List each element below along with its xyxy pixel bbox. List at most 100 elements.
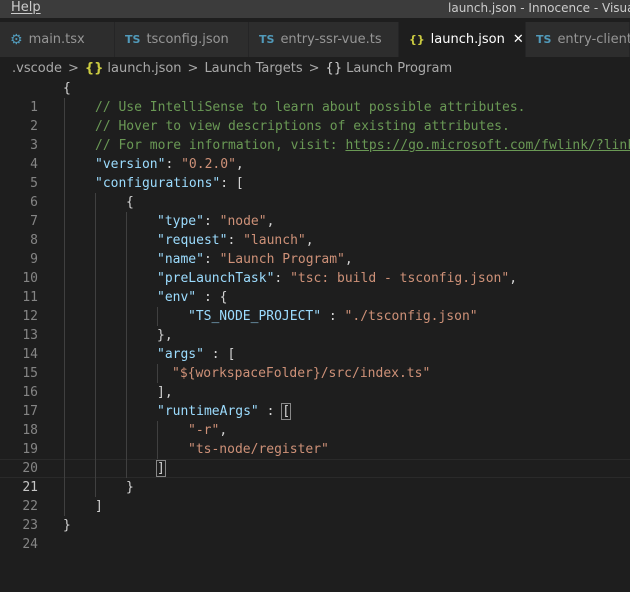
comment: // Hover to view descriptions of existin… [95,119,510,134]
colon: : [274,271,291,286]
json-string: "0.2.0" [181,157,236,172]
json-string: "node" [219,214,267,229]
tab-main-tsx[interactable]: ⚙ main.tsx [0,22,115,57]
menu-help[interactable]: Help [11,0,41,16]
colon: : [165,157,182,172]
brace: } [63,518,71,533]
brace: } [126,480,134,495]
chevron-right-icon: > [187,60,199,76]
code-line: 16 "${workspaceFolder}/src/index.ts" [0,364,630,400]
code-line-current: 21 ] [0,459,630,495]
json-key: "runtimeArgs" [157,404,259,419]
json-key: "env" [157,290,197,305]
comma: , [509,271,518,286]
bracket: [ [227,347,236,362]
colon: : [196,290,220,305]
breadcrumb-folder[interactable]: .vscode [12,61,62,76]
code-line: 23 ] [0,497,630,533]
json-key: "type" [157,214,204,229]
json-file-icon: {} [84,60,104,76]
tab-label: entry-ssr-vue.ts [280,32,382,47]
breadcrumb-file[interactable]: launch.json [107,61,181,76]
brace: { [126,195,134,210]
comment: // For more information, visit: [95,138,346,153]
breadcrumb: .vscode > {} launch.json > Launch Target… [0,57,630,79]
chevron-right-icon: > [67,60,79,76]
breadcrumb-item[interactable]: Launch Program [346,61,452,76]
colon: : [220,176,236,191]
json-string: "launch" [243,233,306,248]
json-string: "./tsconfig.json" [344,309,478,324]
ts-file-icon: TS [125,33,141,46]
comma: , [235,157,244,172]
object-icon: {} [325,60,343,76]
close-icon[interactable]: ✕ [513,32,524,47]
json-key: "version" [95,157,166,172]
comma: , [344,252,353,267]
code-line: 10 "name": "Launch Program", [0,250,630,286]
code-line: 20 "ts-node/register" [0,440,630,476]
bracket: ], [157,385,173,400]
title-bar: Help launch.json - Innocence - Visual St [0,0,630,18]
colon: : [227,233,244,248]
ts-file-icon: TS [536,33,552,46]
colon: : [203,347,228,362]
tab-label: launch.json [430,32,505,47]
json-string: "tsc: build - tsconfig.json" [290,271,510,286]
json-string: "${workspaceFolder}/src/index.ts" [172,366,431,381]
code-line: 15 "args" : [ [0,345,630,381]
code-line: 24 } [0,516,630,552]
json-string: "Launch Program" [219,252,345,267]
code-line: 6 "configurations": [ [0,174,630,210]
code-line: 19 "-r", [0,421,630,457]
code-line: 3 // Hover to view descriptions of exist… [0,117,630,153]
gear-icon: ⚙ [10,31,23,48]
tab-entry-ssr-vue-ts[interactable]: TS entry-ssr-vue.ts [249,22,399,57]
comma: , [266,214,275,229]
code-line: 11 "preLaunchTask": "tsc: build - tsconf… [0,269,630,305]
fwlink-link[interactable]: https://go.microsoft.com/fwlink/?linki [345,138,630,153]
colon: : [203,252,220,267]
comma: , [219,423,228,438]
brace: }, [157,328,173,343]
json-key: "preLaunchTask" [157,271,275,286]
code-line: 12 "env" : { [0,288,630,324]
json-key: "name" [157,252,204,267]
breadcrumb-section[interactable]: Launch Targets [204,61,302,76]
json-key: "args" [157,347,204,362]
tab-label: tsconfig.json [146,32,229,47]
bracket: ] [95,499,103,514]
brace: { [63,81,71,96]
tab-entry-client-ts[interactable]: TS entry-client.t [526,22,630,57]
tab-label: main.tsx [28,32,85,47]
editor-tab-bar: ⚙ main.tsx TS tsconfig.json TS entry-ssr… [0,22,630,57]
json-key: "TS_NODE_PROJECT" [188,309,322,324]
code-line: 5 "version": "0.2.0", [0,155,630,191]
json-string: "-r" [188,423,220,438]
colon: : [203,214,220,229]
window-title: launch.json - Innocence - Visual St [448,1,630,15]
code-line: 2 // Use IntelliSense to learn about pos… [0,98,630,134]
json-string: "ts-node/register" [188,442,329,457]
code-line: 7 { [0,193,630,229]
tab-launch-json[interactable]: {} launch.json ✕ [399,22,526,57]
json-key: "configurations" [95,176,221,191]
comma: , [305,233,314,248]
bracket: [ [235,176,244,191]
code-line: 18 "runtimeArgs" : [ [0,402,630,438]
code-editor[interactable]: 1 { 2 // Use IntelliSense to learn about… [0,79,630,589]
tab-tsconfig-json[interactable]: TS tsconfig.json [115,22,249,57]
code-line: 13 "TS_NODE_PROJECT" : "./tsconfig.json" [0,307,630,343]
code-line: 14 }, [0,326,630,362]
comment: // Use IntelliSense to learn about possi… [95,100,526,115]
code-line: 8 "type": "node", [0,212,630,248]
bracket: [ [281,403,292,420]
colon: : [258,404,283,419]
chevron-right-icon: > [308,60,320,76]
code-line: 9 "request": "launch", [0,231,630,267]
tab-label: entry-client.t [557,32,630,47]
code-line: 1 { [0,79,630,115]
line-number: 24 [22,537,38,552]
colon: : [321,309,345,324]
ts-file-icon: TS [259,33,275,46]
